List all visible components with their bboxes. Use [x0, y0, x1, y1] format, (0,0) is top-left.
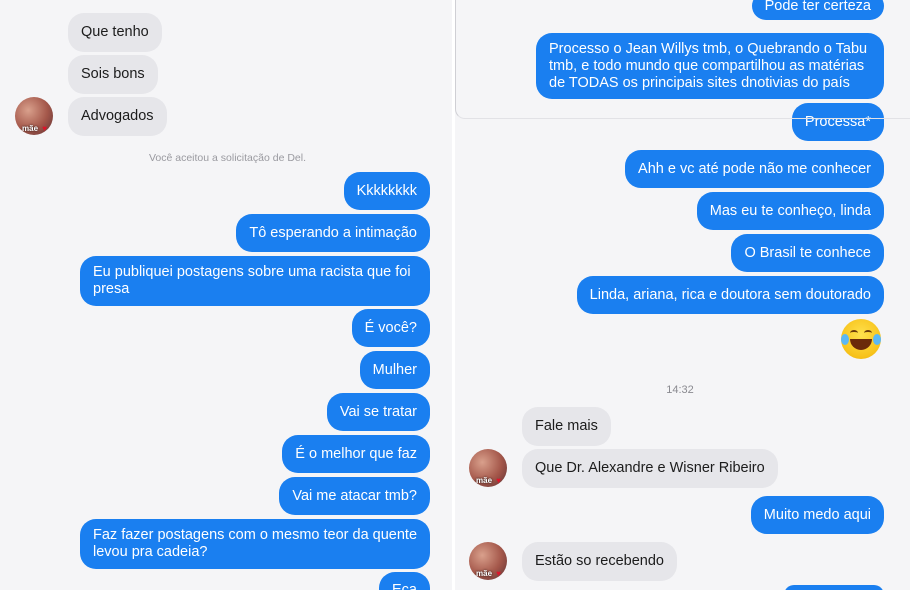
contact-avatar[interactable]: mãe ♥ [15, 97, 53, 135]
message-bubble-outgoing: O Brasil te conhece [731, 234, 884, 272]
emoji-tear-right [873, 334, 881, 345]
message-bubble-outgoing: Faz fazer postagens com o mesmo teor da … [80, 519, 430, 569]
message-bubble-outgoing: Eça [379, 572, 430, 590]
laughing-tears-emoji-icon [841, 319, 881, 359]
message-bubble-outgoing: Mas eu te conheço, linda [696, 192, 884, 230]
message-bubble-outgoing: Vai me atacar tmb? [279, 477, 430, 515]
timestamp: 14:32 [666, 384, 694, 396]
contact-avatar[interactable]: mãe ♥ [469, 542, 507, 580]
contact-avatar[interactable]: mãe ♥ [469, 449, 507, 487]
left-conversation-pane: Que tenho Sois bons Advogados mãe ♥ Você… [0, 0, 452, 590]
system-notice: Você aceitou a solicitação de Del. [148, 152, 306, 164]
message-bubble-outgoing: Linda, ariana, rica e doutora sem doutor… [576, 276, 884, 314]
emoji-mouth [850, 339, 872, 350]
message-bubble-incoming: Fale mais [522, 407, 611, 446]
message-bubble-outgoing-partial [784, 585, 884, 590]
message-bubble-incoming: Advogados [68, 97, 167, 136]
emoji-tear-left [841, 334, 849, 345]
message-bubble-incoming: Sois bons [68, 55, 158, 94]
message-bubble-outgoing: Pode ter certeza [751, 0, 884, 20]
emoji-eye-left [850, 330, 858, 336]
heart-icon: ♥ [496, 476, 501, 485]
avatar-caption: mãe [476, 476, 493, 485]
message-bubble-outgoing: Ahh e vc até pode não me conhecer [625, 150, 884, 188]
message-bubble-incoming: Estão so recebendo [522, 542, 677, 581]
avatar-caption: mãe [22, 124, 39, 133]
message-bubble-outgoing: É o melhor que faz [282, 435, 430, 473]
heart-icon: ♥ [496, 569, 501, 578]
right-conversation-pane: Pode ter certeza Processo o Jean Willys … [455, 0, 910, 590]
message-bubble-outgoing: Processo o Jean Willys tmb, o Quebrando … [536, 33, 884, 99]
heart-icon: ♥ [42, 124, 47, 133]
message-bubble-incoming: Que Dr. Alexandre e Wisner Ribeiro [522, 449, 778, 488]
message-bubble-outgoing: Mulher [359, 351, 430, 389]
message-bubble-outgoing: Kkkkkkkk [343, 172, 430, 210]
message-bubble-outgoing: Eu publiquei postagens sobre uma racista… [80, 256, 430, 306]
message-bubble-outgoing: Vai se tratar [326, 393, 430, 431]
message-bubble-outgoing: É você? [351, 309, 430, 347]
avatar-caption: mãe [476, 569, 493, 578]
message-bubble-incoming: Que tenho [68, 13, 162, 52]
message-bubble-outgoing: Muito medo aqui [750, 496, 884, 534]
message-bubble-outgoing: Tô esperando a intimação [236, 214, 430, 252]
emoji-eye-right [864, 330, 872, 336]
message-bubble-outgoing: Processa* [791, 103, 884, 141]
